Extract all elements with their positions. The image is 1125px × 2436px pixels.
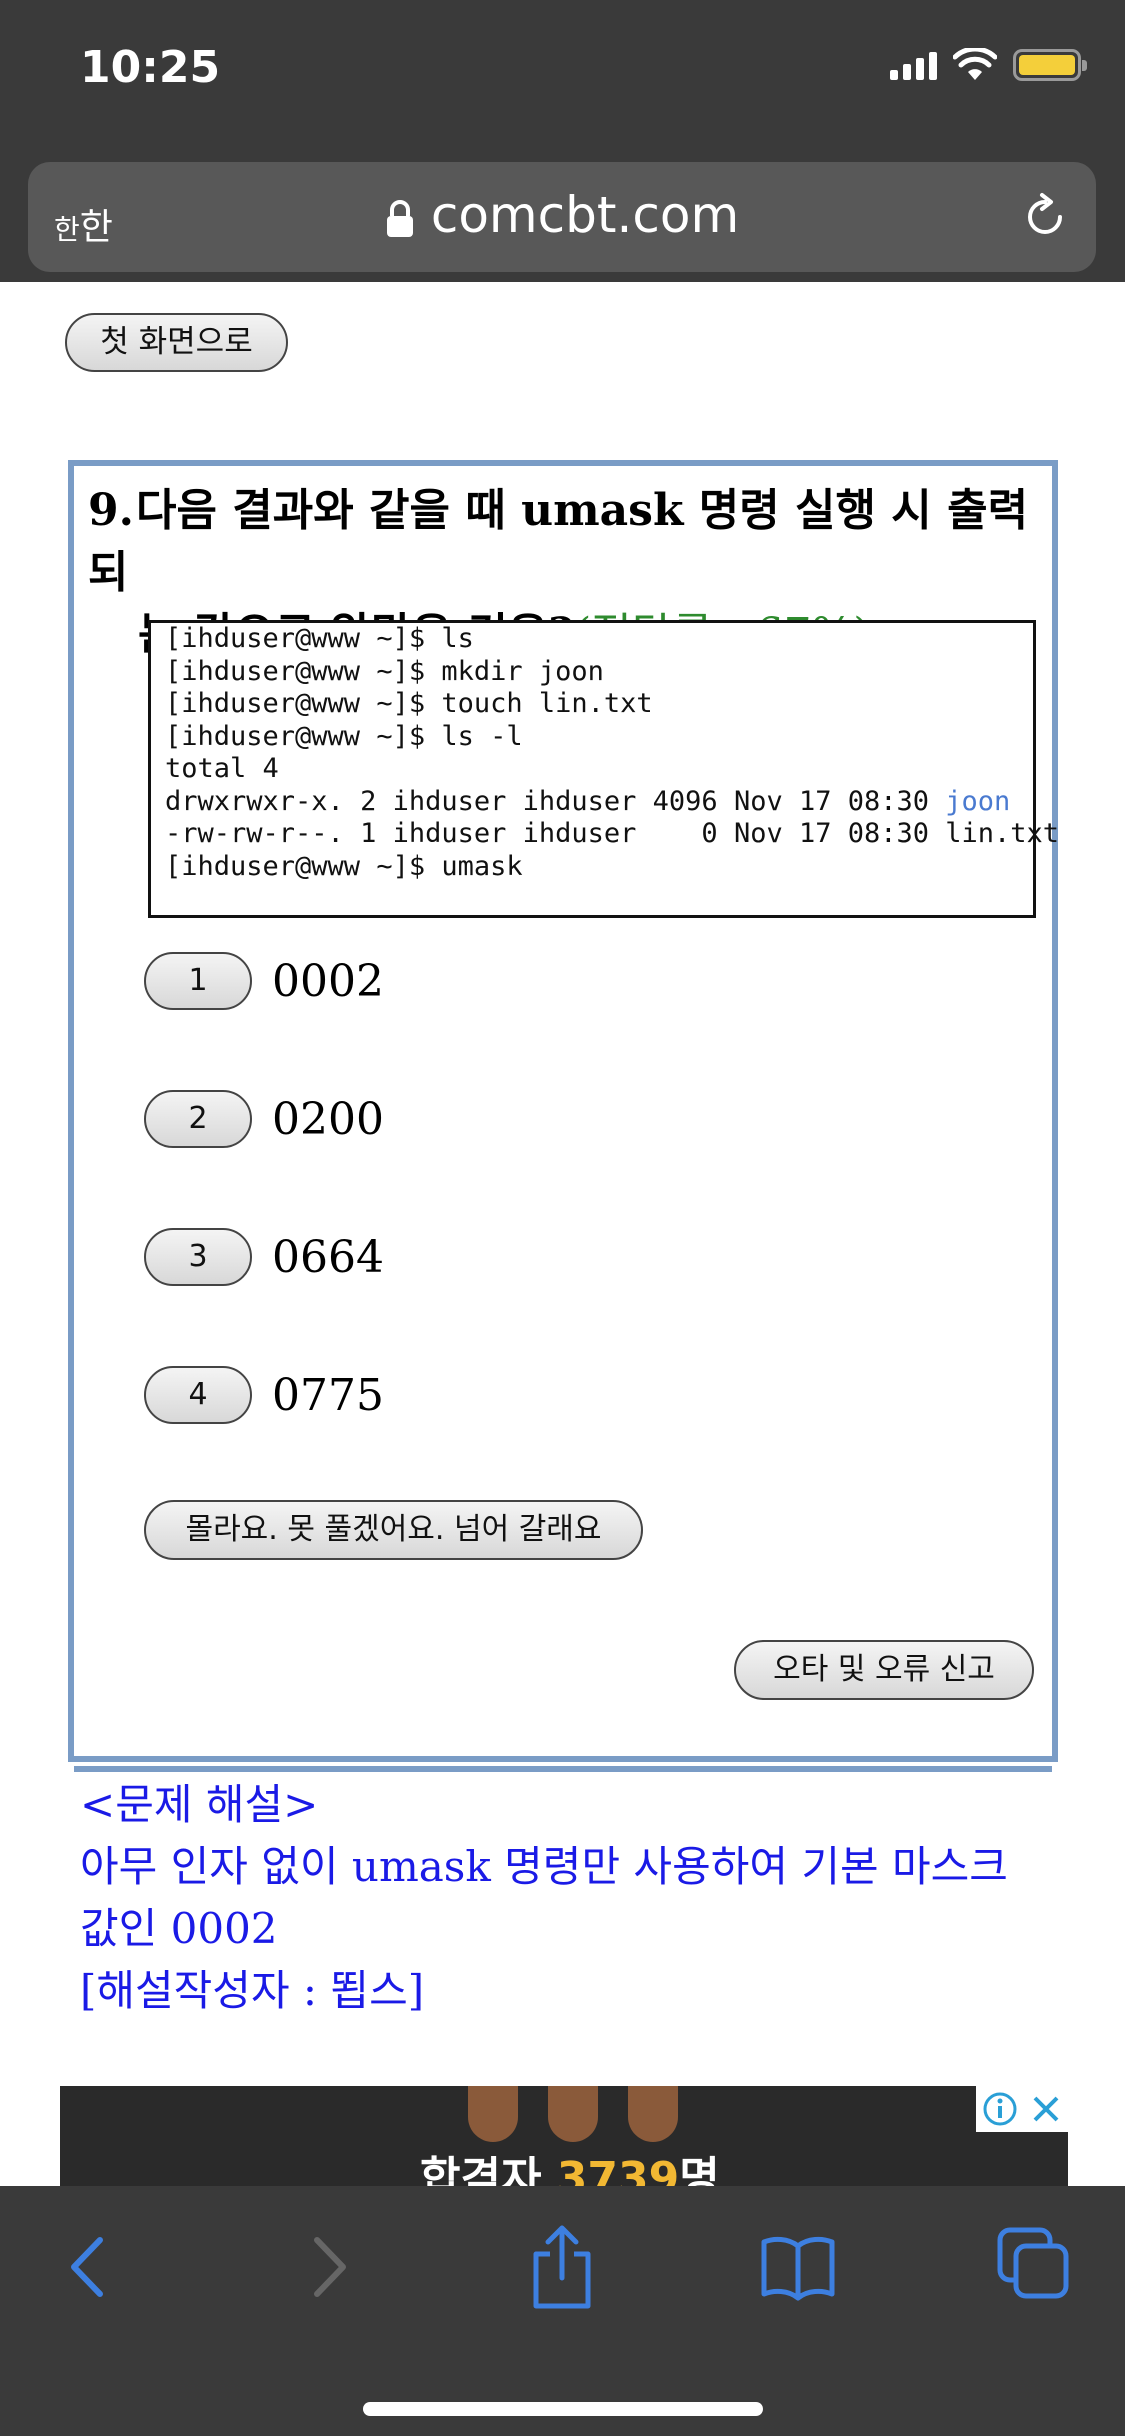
ad-close-icon[interactable] bbox=[1030, 2093, 1062, 2125]
terminal-dir-name: joon bbox=[945, 785, 1011, 817]
option-2-text: 0200 bbox=[272, 1093, 384, 1145]
tabs-icon[interactable] bbox=[996, 2226, 1070, 2302]
terminal-line: [ihduser@www ~]$ umask bbox=[165, 850, 523, 882]
question-line1: 다음 결과와 같을 때 umask 명령 실행 시 출력되 bbox=[88, 485, 1029, 598]
status-bar: 10:25 bbox=[0, 0, 1125, 140]
option-2: 2 0200 bbox=[144, 1089, 844, 1149]
option-3-button[interactable]: 3 bbox=[144, 1228, 252, 1286]
status-icons bbox=[890, 48, 1087, 82]
medal-graphic bbox=[628, 2086, 678, 2142]
question-number: 9. bbox=[88, 485, 134, 536]
option-2-button[interactable]: 2 bbox=[144, 1090, 252, 1148]
option-3: 3 0664 bbox=[144, 1227, 844, 1287]
ad-controls bbox=[976, 2086, 1068, 2132]
explanation-divider bbox=[74, 1766, 1052, 1772]
explanation-author: [해설작성자 : 뙵스] bbox=[80, 1966, 425, 2015]
terminal-line: [ihduser@www ~]$ ls -l bbox=[165, 720, 523, 752]
battery-icon bbox=[1013, 49, 1087, 81]
bookmarks-icon[interactable] bbox=[760, 2232, 836, 2302]
option-1-text: 0002 bbox=[272, 955, 384, 1007]
medal-graphic bbox=[548, 2086, 598, 2142]
option-3-text: 0664 bbox=[272, 1231, 384, 1283]
skip-question-button[interactable]: 몰라요. 못 풀겠어요. 넘어 갈래요 bbox=[144, 1500, 643, 1560]
forward-arrow-icon[interactable] bbox=[305, 2232, 355, 2302]
address-bar[interactable]: 한한 comcbt.com bbox=[28, 162, 1096, 272]
terminal-line: total 4 bbox=[165, 753, 279, 784]
explanation-section: <문제 해설> 아무 인자 없이 umask 명령만 사용하여 기본 마스크 값… bbox=[80, 1774, 1046, 2022]
terminal-line: [ihduser@www ~]$ mkdir joon bbox=[165, 655, 604, 687]
back-arrow-icon[interactable] bbox=[62, 2232, 112, 2302]
status-time: 10:25 bbox=[80, 42, 221, 93]
option-4-text: 0775 bbox=[272, 1369, 384, 1421]
cellular-signal-icon bbox=[890, 50, 937, 80]
medal-graphic bbox=[468, 2086, 518, 2142]
question-box: 9.다음 결과와 같을 때 umask 명령 실행 시 출력되 는 값으로 알맞… bbox=[68, 460, 1060, 2015]
terminal-output-image: [ihduser@www ~]$ ls [ihduser@www ~]$ mkd… bbox=[148, 620, 1060, 918]
ad-text: 합격자 3739명 bbox=[420, 2153, 720, 2186]
terminal-line: [ihduser@www ~]$ ls bbox=[165, 623, 474, 654]
option-4: 4 0775 bbox=[144, 1365, 844, 1425]
explanation-body: 아무 인자 없이 umask 명령만 사용하여 기본 마스크 값인 0002 bbox=[80, 1842, 1008, 1953]
ad-banner[interactable]: 합격자 3739명 bbox=[60, 2086, 1068, 2186]
option-4-button[interactable]: 4 bbox=[144, 1366, 252, 1424]
url-text: comcbt.com bbox=[430, 186, 740, 244]
option-1: 1 0002 bbox=[144, 951, 844, 1011]
home-button[interactable]: 첫 화면으로 bbox=[65, 313, 288, 372]
browser-toolbar bbox=[0, 2186, 1125, 2436]
ad-info-icon[interactable] bbox=[982, 2091, 1018, 2127]
share-icon[interactable] bbox=[528, 2222, 596, 2312]
terminal-line: [ihduser@www ~]$ touch lin.txt bbox=[165, 688, 653, 719]
reload-icon[interactable] bbox=[1020, 192, 1070, 242]
option-1-button[interactable]: 1 bbox=[144, 952, 252, 1010]
wifi-icon bbox=[953, 48, 997, 80]
terminal-line: -rw-rw-r--. 1 ihduser ihduser 0 Nov 17 0… bbox=[165, 818, 1060, 849]
report-error-button[interactable]: 오타 및 오류 신고 bbox=[734, 1640, 1034, 1700]
lock-icon bbox=[386, 199, 413, 237]
terminal-line-dir: drwxrwxr-x. 2 ihduser ihduser 4096 Nov 1… bbox=[165, 785, 1011, 817]
home-indicator bbox=[363, 2402, 763, 2416]
browser-url-area: 한한 comcbt.com bbox=[0, 140, 1125, 282]
url-display[interactable]: comcbt.com bbox=[28, 186, 1096, 244]
explanation-heading: <문제 해설> bbox=[80, 1780, 319, 1829]
